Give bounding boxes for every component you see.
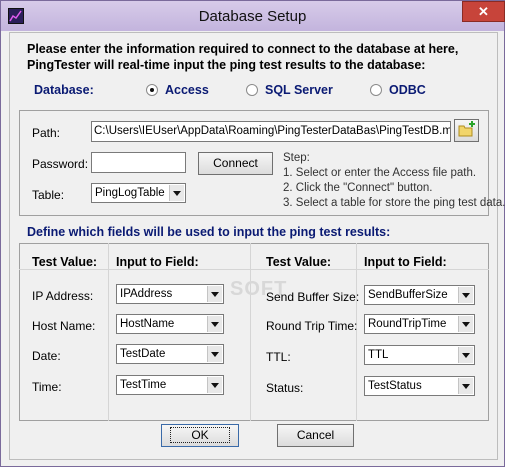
chevron-down-icon[interactable] bbox=[207, 377, 222, 393]
row-label-ttl: TTL: bbox=[266, 350, 291, 364]
chevron-down-icon[interactable] bbox=[458, 316, 473, 332]
chevron-down-icon[interactable] bbox=[458, 347, 473, 363]
steps-title: Step: bbox=[283, 152, 310, 164]
select-value: TestDate bbox=[120, 348, 166, 360]
ok-button[interactable]: OK bbox=[161, 424, 239, 447]
chevron-down-icon[interactable] bbox=[169, 185, 184, 201]
chevron-down-icon[interactable] bbox=[458, 287, 473, 303]
radio-access-button[interactable] bbox=[146, 84, 158, 96]
fields-section-title: Define which fields will be used to inpu… bbox=[27, 225, 391, 239]
dialog-client-area: Please enter the information required to… bbox=[9, 32, 505, 460]
chevron-down-icon[interactable] bbox=[207, 346, 222, 362]
database-setup-window: Database Setup ✕ Please enter the inform… bbox=[0, 0, 505, 467]
radio-sql-server-label[interactable]: SQL Server bbox=[265, 83, 333, 97]
row-label-date: Date: bbox=[32, 349, 61, 363]
select-ip-address[interactable]: IPAddress bbox=[116, 284, 224, 304]
select-value: RoundTripTime bbox=[368, 318, 447, 330]
select-status[interactable]: TestStatus bbox=[364, 376, 475, 396]
table-select-value: PingLogTable bbox=[95, 187, 165, 199]
password-input[interactable] bbox=[91, 152, 186, 173]
intro-line-2: PingTester will real-time input the ping… bbox=[27, 58, 426, 72]
table-label: Table: bbox=[32, 188, 65, 202]
password-label: Password: bbox=[32, 157, 89, 171]
row-label-ip-address: IP Address: bbox=[32, 289, 94, 303]
step-3: 3. Select a table for store the ping tes… bbox=[283, 197, 505, 209]
row-label-time: Time: bbox=[32, 380, 62, 394]
window-title: Database Setup bbox=[198, 8, 307, 25]
select-date[interactable]: TestDate bbox=[116, 344, 224, 364]
radio-sql-server-button[interactable] bbox=[246, 84, 258, 96]
select-value: TestStatus bbox=[368, 380, 422, 392]
select-time[interactable]: TestTime bbox=[116, 375, 224, 395]
radio-access-label[interactable]: Access bbox=[165, 83, 209, 97]
table-select[interactable]: PingLogTable bbox=[91, 183, 186, 203]
close-button[interactable]: ✕ bbox=[462, 1, 505, 22]
row-label-round-trip-time: Round Trip Time: bbox=[266, 319, 358, 333]
select-value: HostName bbox=[120, 318, 175, 330]
intro-text: Please enter the information required to… bbox=[27, 41, 497, 73]
folder-add-icon bbox=[458, 121, 475, 137]
connection-panel: Path: C:\Users\IEUser\AppData\Roaming\Pi… bbox=[19, 110, 505, 216]
path-label: Path: bbox=[32, 126, 61, 140]
database-label: Database: bbox=[34, 83, 94, 97]
divider bbox=[19, 269, 489, 270]
title-bar[interactable]: Database Setup ✕ bbox=[1, 1, 505, 31]
chevron-down-icon[interactable] bbox=[207, 286, 222, 302]
select-round-trip-time[interactable]: RoundTripTime bbox=[364, 314, 475, 334]
select-ttl[interactable]: TTL bbox=[364, 345, 475, 365]
header-input-field-right: Input to Field: bbox=[364, 255, 447, 269]
select-value: TTL bbox=[368, 349, 389, 361]
chevron-down-icon[interactable] bbox=[458, 378, 473, 394]
select-host-name[interactable]: HostName bbox=[116, 314, 224, 334]
browse-button[interactable] bbox=[454, 119, 479, 142]
select-value: SendBufferSize bbox=[368, 289, 448, 301]
step-1: 1. Select or enter the Access file path. bbox=[283, 167, 477, 179]
select-send-buffer-size[interactable]: SendBufferSize bbox=[364, 285, 475, 305]
row-label-send-buffer-size: Send Buffer Size: bbox=[266, 290, 360, 304]
header-input-field-left: Input to Field: bbox=[116, 255, 199, 269]
select-value: TestTime bbox=[120, 379, 167, 391]
intro-line-1: Please enter the information required to… bbox=[27, 42, 459, 56]
select-value: IPAddress bbox=[120, 288, 173, 300]
header-test-value-left: Test Value: bbox=[32, 255, 98, 269]
connect-button[interactable]: Connect bbox=[198, 152, 273, 175]
path-input[interactable]: C:\Users\IEUser\AppData\Roaming\PingTest… bbox=[91, 121, 451, 142]
radio-odbc-label[interactable]: ODBC bbox=[389, 83, 426, 97]
cancel-button[interactable]: Cancel bbox=[277, 424, 354, 447]
row-label-status: Status: bbox=[266, 381, 304, 395]
ok-button-label[interactable]: OK bbox=[170, 427, 230, 443]
step-2: 2. Click the "Connect" button. bbox=[283, 182, 433, 194]
header-test-value-right: Test Value: bbox=[266, 255, 332, 269]
radio-odbc-button[interactable] bbox=[370, 84, 382, 96]
row-label-host-name: Host Name: bbox=[32, 319, 96, 333]
chevron-down-icon[interactable] bbox=[207, 316, 222, 332]
